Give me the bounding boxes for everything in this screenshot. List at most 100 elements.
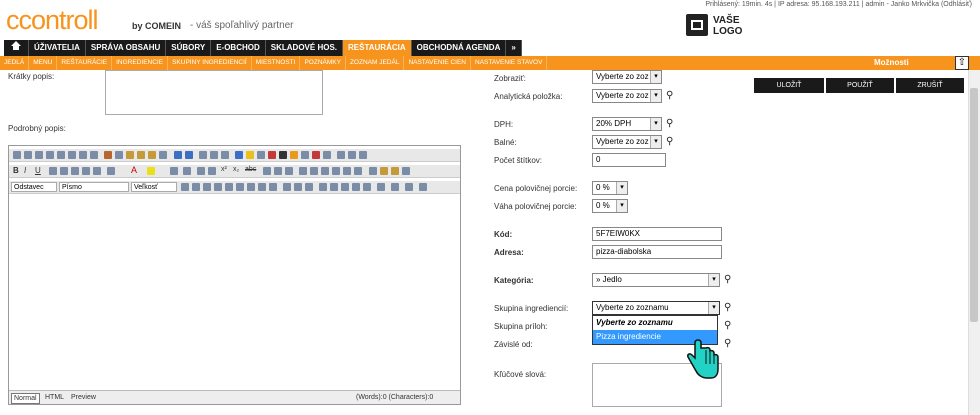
- justify-icon[interactable]: [93, 167, 101, 175]
- cancel-button[interactable]: ZRUŠIŤ: [896, 78, 964, 93]
- picker-icon[interactable]: ⚲: [724, 321, 734, 331]
- row-after-icon[interactable]: [203, 183, 211, 191]
- preview2-icon[interactable]: [391, 183, 399, 191]
- kategoria-select[interactable]: » Jedlo ▾: [592, 273, 720, 287]
- home-icon[interactable]: [4, 40, 29, 56]
- scroll-top-icon[interactable]: ⇧: [955, 56, 969, 70]
- list-number-icon[interactable]: [183, 167, 191, 175]
- subnav-nastavenie-cien[interactable]: NASTAVENIE CIEN: [404, 56, 471, 70]
- copy-icon[interactable]: [115, 151, 123, 159]
- unlink-icon[interactable]: [348, 151, 356, 159]
- row-props-icon[interactable]: [305, 183, 313, 191]
- line-icon[interactable]: [285, 167, 293, 175]
- table-props-icon[interactable]: [283, 183, 291, 191]
- star-icon[interactable]: [290, 151, 298, 159]
- template-icon[interactable]: [68, 151, 76, 159]
- new-doc-icon[interactable]: [24, 151, 32, 159]
- subnav-poznamky[interactable]: POZNÁMKY: [300, 56, 346, 70]
- image2-icon[interactable]: [301, 151, 309, 159]
- nav-skladove-hos[interactable]: SKLADOVÉ HOS.: [266, 40, 343, 56]
- cell-merge-icon[interactable]: [269, 183, 277, 191]
- nav-restauracia[interactable]: REŠTAURÁCIA: [343, 40, 412, 56]
- picker-icon[interactable]: ⚲: [724, 275, 734, 285]
- list-bullet-icon[interactable]: [170, 167, 178, 175]
- layer-icon[interactable]: [321, 167, 329, 175]
- nav-more[interactable]: »: [506, 40, 522, 56]
- pocet-input[interactable]: 0: [592, 153, 666, 167]
- font-color-icon[interactable]: A: [131, 165, 137, 175]
- media2-icon[interactable]: [369, 167, 377, 175]
- border-icon[interactable]: [377, 183, 385, 191]
- grid5-icon[interactable]: [352, 183, 360, 191]
- nav-uzivatelia[interactable]: ÚŽIVATELIA: [29, 40, 86, 56]
- balne-select[interactable]: Vyberte zo zoz ▾: [592, 135, 662, 149]
- cell-props-icon[interactable]: [294, 183, 302, 191]
- cut-icon[interactable]: [104, 151, 112, 159]
- save-button[interactable]: ULOŽIŤ: [754, 78, 824, 93]
- picker-icon[interactable]: ⚲: [724, 339, 734, 349]
- select-all-icon[interactable]: [90, 151, 98, 159]
- underline-icon[interactable]: U: [35, 166, 41, 175]
- quote-icon[interactable]: [274, 167, 282, 175]
- options-label[interactable]: Možnosti: [874, 56, 909, 70]
- mode-preview-tab[interactable]: Preview: [71, 393, 96, 402]
- direction-icon[interactable]: [299, 167, 307, 175]
- link-icon[interactable]: [337, 151, 345, 159]
- subnav-menu[interactable]: MENU: [29, 56, 58, 70]
- nav-e-obchod[interactable]: E-OBCHOD: [211, 40, 266, 56]
- subnav-nastavenie-stavov[interactable]: NASTAVENIE STAVOV: [471, 56, 548, 70]
- skupina-ingr-select[interactable]: Vyberte zo zoznamu ▾: [592, 301, 720, 315]
- menu-icon[interactable]: [419, 183, 427, 191]
- grid-icon[interactable]: [323, 151, 331, 159]
- table-icon[interactable]: [79, 151, 87, 159]
- redo-icon[interactable]: [185, 151, 193, 159]
- undo-icon[interactable]: [174, 151, 182, 159]
- superscript-icon[interactable]: x²: [221, 166, 227, 173]
- apply-button[interactable]: POUŽIŤ: [826, 78, 894, 93]
- flash-icon[interactable]: [210, 151, 218, 159]
- fullscreen-icon[interactable]: [405, 183, 413, 191]
- subnav-restauracie[interactable]: REŠTAURÁCIE: [57, 56, 113, 70]
- strikethrough-icon[interactable]: abc: [245, 166, 256, 173]
- table-insert-icon[interactable]: [181, 183, 189, 191]
- highlight-icon[interactable]: [147, 167, 155, 175]
- grid4-icon[interactable]: [341, 183, 349, 191]
- compass-icon[interactable]: [279, 151, 287, 159]
- row-delete-icon[interactable]: [214, 183, 222, 191]
- subnav-ingrediencie[interactable]: INGREDIENCIE: [112, 56, 169, 70]
- align-right-icon[interactable]: [71, 167, 79, 175]
- media-icon[interactable]: [221, 151, 229, 159]
- subnav-zoznam-jedal[interactable]: ZOZNAM JEDÁL: [346, 56, 405, 70]
- picker-icon[interactable]: ⚲: [666, 119, 676, 129]
- save-icon[interactable]: [13, 151, 21, 159]
- pointer-icon[interactable]: [310, 167, 318, 175]
- paste-text-icon[interactable]: [137, 151, 145, 159]
- nav-obchodna-agenda[interactable]: OBCHODNÁ AGENDA: [412, 40, 507, 56]
- remove-format-icon[interactable]: [159, 151, 167, 159]
- folder2-icon[interactable]: [391, 167, 399, 175]
- smiley-icon[interactable]: [246, 151, 254, 159]
- grid6-icon[interactable]: [363, 183, 371, 191]
- subnav-miestnosti[interactable]: MIESTNOSTI: [252, 56, 301, 70]
- subnav-jedla[interactable]: JEDLÁ: [0, 56, 30, 70]
- adresa-input[interactable]: pizza-diabolska: [592, 245, 722, 259]
- cell-split-icon[interactable]: [258, 183, 266, 191]
- dropdown-option[interactable]: Vyberte zo zoznamu: [593, 316, 717, 330]
- hr-icon[interactable]: [402, 167, 410, 175]
- styles-icon[interactable]: [107, 167, 115, 175]
- nav-sprava-obsahu[interactable]: SPRÁVA OBSAHU: [86, 40, 167, 56]
- bold-icon[interactable]: B: [13, 166, 19, 175]
- align-left-icon[interactable]: [49, 167, 57, 175]
- clock-icon[interactable]: [332, 167, 340, 175]
- scrollbar-thumb[interactable]: [970, 88, 978, 322]
- col-after-icon[interactable]: [236, 183, 244, 191]
- format-select[interactable]: Odstavec: [11, 182, 57, 192]
- kod-input[interactable]: 5F7EIW0KX: [592, 227, 722, 241]
- col-delete-icon[interactable]: [247, 183, 255, 191]
- grid2-icon[interactable]: [319, 183, 327, 191]
- folder-icon[interactable]: [380, 167, 388, 175]
- outdent-icon[interactable]: [197, 167, 205, 175]
- row-before-icon[interactable]: [192, 183, 200, 191]
- indent-icon[interactable]: [208, 167, 216, 175]
- cena-pol-select[interactable]: 0 % ▾: [592, 181, 628, 195]
